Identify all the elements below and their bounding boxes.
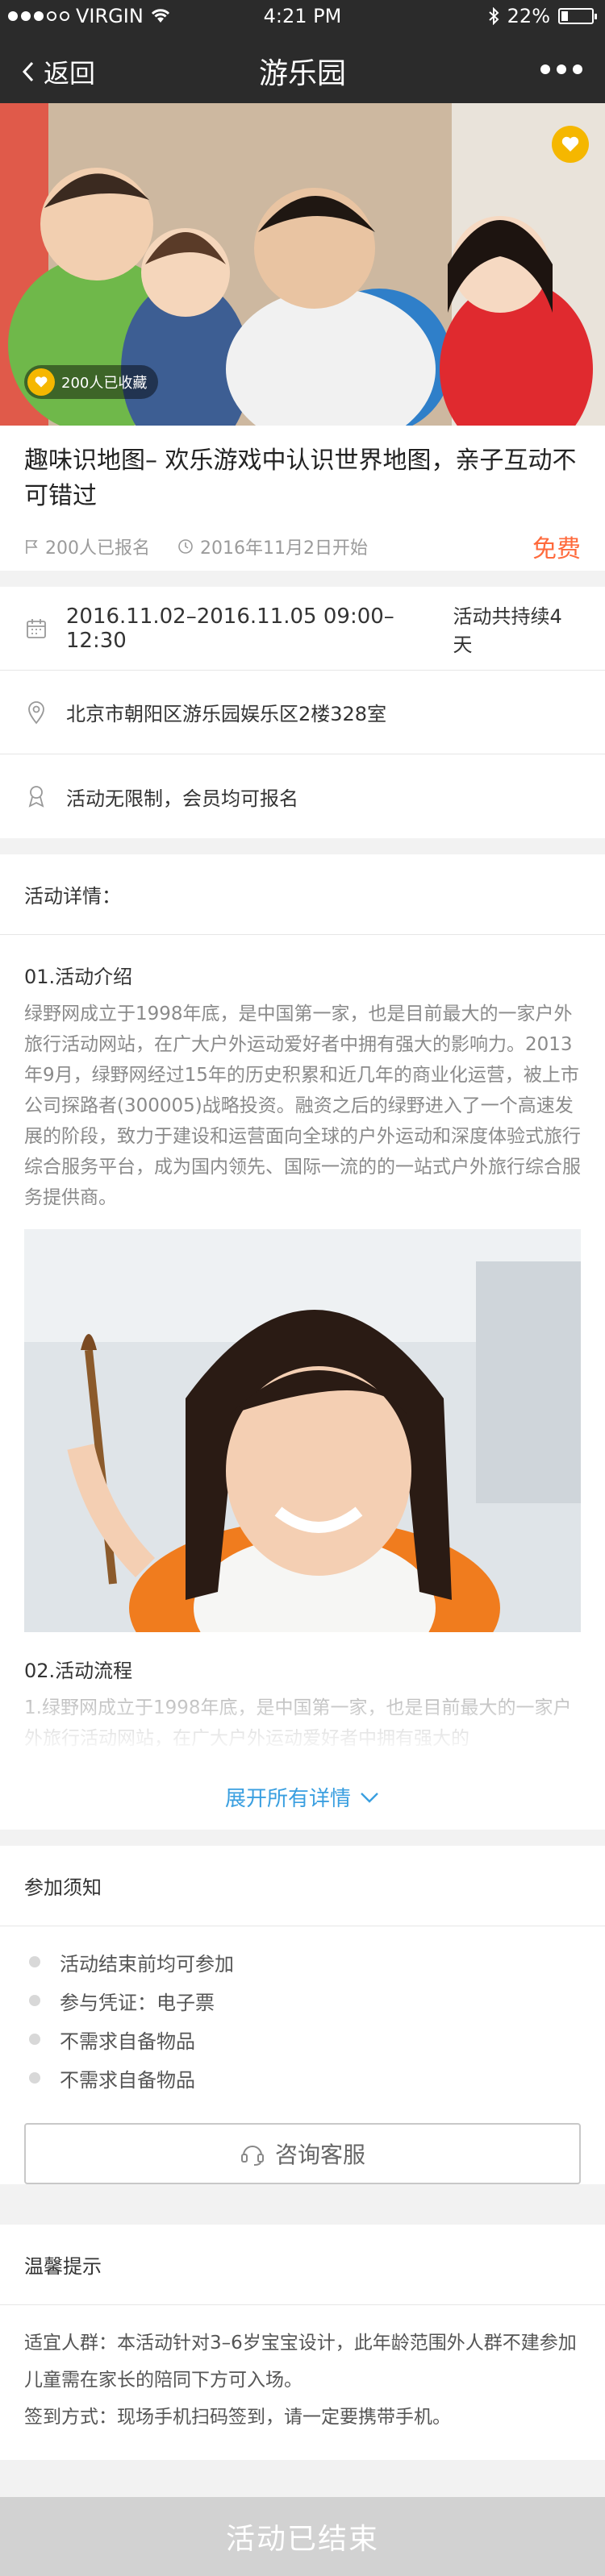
top-bar: VIRGIN 4:21 PM 22% 返回 游乐园 [0, 0, 605, 103]
battery-percent: 22% [507, 5, 550, 27]
info-row-datetime: 2016.11.02–2016.11.05 09:00–12:30 活动共持续4… [0, 587, 605, 671]
event-duration: 活动共持续4天 [453, 605, 562, 656]
tips-section: 温馨提示 适宜人群：本活动针对3–6岁宝宝设计，此年龄范围外人群不建参加 儿童需… [0, 2225, 605, 2460]
event-datetime: 2016.11.02–2016.11.05 09:00–12:30 [65, 604, 394, 653]
signup-count: 200人已报名 [24, 534, 150, 559]
details-heading: 活动详情： [0, 854, 605, 935]
nav-bar: 返回 游乐园 [0, 32, 605, 103]
event-ended-label: 活动已结束 [225, 2523, 379, 2556]
member-icon [24, 784, 48, 808]
detail-photo-illustration [24, 1229, 581, 1632]
bullet-icon [29, 1995, 40, 2006]
favorites-count-badge: 200人已收藏 [24, 365, 159, 399]
location-pin-icon [24, 700, 48, 725]
tips-heading: 温馨提示 [0, 2225, 605, 2305]
event-title-block: 趣味识地图– 欢乐游戏中认识世界地图，亲子互动不可错过 200人已报名 2016… [0, 426, 605, 571]
more-menu-icon[interactable] [540, 64, 582, 74]
divider [0, 571, 605, 587]
start-date: 2016年11月2日开始 [177, 534, 368, 559]
heart-icon [27, 368, 55, 396]
event-ended-button: 活动已结束 [0, 2497, 605, 2576]
chevron-down-icon [361, 1792, 378, 1803]
intro-text: 绿野网成立于1998年底，是中国第一家，也是目前最大的一家户外旅行活动网站，在广… [24, 1003, 581, 1208]
bluetooth-icon [488, 7, 499, 25]
detail-photo [24, 1229, 581, 1632]
tip-line: 签到方式：现场手机扫码签到，请一定要携带手机。 [24, 2407, 451, 2428]
expand-details-label: 展开所有详情 [224, 1787, 351, 1811]
price-label: 免费 [532, 535, 581, 563]
favorite-button[interactable] [552, 126, 589, 163]
notice-text: 活动结束前均可参加 [60, 1952, 234, 1976]
consult-label: 咨询客服 [274, 2142, 365, 2168]
hero-image: 200人已收藏 [0, 103, 605, 426]
list-item: 参与凭证：电子票 [24, 1981, 581, 2020]
flow-preview: 1.绿野网成立于1998年底，是中国第一家，也是目前最大的一家户外旅行活动网站，… [24, 1693, 581, 1765]
status-bar: VIRGIN 4:21 PM 22% [0, 0, 605, 32]
favorites-count-text: 200人已收藏 [61, 375, 148, 392]
event-address: 北京市朝阳区游乐园娱乐区2楼328室 [66, 703, 387, 725]
event-title: 趣味识地图– 欢乐游戏中认识世界地图，亲子互动不可错过 [24, 447, 577, 510]
eligibility-text: 活动无限制，会员均可报名 [66, 787, 298, 810]
expand-details-button[interactable]: 展开所有详情 [0, 1782, 605, 1812]
page-title: 游乐园 [258, 57, 346, 90]
signup-count-text: 200人已报名 [45, 538, 150, 559]
notice-section: 参加须知 活动结束前均可参加 参与凭证：电子票 不需求自备物品 不需求自备物品 … [0, 1846, 605, 2184]
flag-icon [26, 540, 38, 554]
flow-title: 02.活动流程 [24, 1660, 133, 1682]
event-meta: 200人已报名 2016年11月2日开始 免费 [24, 529, 581, 564]
battery-icon [558, 8, 597, 24]
notice-list: 活动结束前均可参加 参与凭证：电子票 不需求自备物品 不需求自备物品 [0, 1926, 605, 2105]
notice-heading: 参加须知 [0, 1846, 605, 1926]
divider [0, 838, 605, 854]
tip-line: 适宜人群：本活动针对3–6岁宝宝设计，此年龄范围外人群不建参加 [24, 2333, 577, 2354]
flow-text: 1.绿野网成立于1998年底，是中国第一家，也是目前最大的一家户外旅行活动网站，… [24, 1697, 572, 1749]
consult-service-button[interactable]: 咨询客服 [24, 2123, 581, 2184]
headset-icon [240, 2146, 264, 2166]
list-item: 不需求自备物品 [24, 2020, 581, 2059]
list-item: 活动结束前均可参加 [24, 1942, 581, 1981]
notice-text: 不需求自备物品 [60, 2030, 195, 2053]
heart-icon [561, 136, 579, 152]
status-right: 22% [488, 5, 597, 27]
calendar-icon [24, 617, 48, 641]
info-row-address[interactable]: 北京市朝阳区游乐园娱乐区2楼328室 [0, 671, 605, 754]
start-date-text: 2016年11月2日开始 [200, 538, 368, 559]
clock-icon [178, 539, 193, 554]
intro-title: 01.活动介绍 [24, 966, 133, 988]
divider [0, 1830, 605, 1846]
notice-text: 参与凭证：电子票 [60, 1991, 215, 2014]
bullet-icon [29, 2034, 40, 2045]
details-body: 01.活动介绍 绿野网成立于1998年底，是中国第一家，也是目前最大的一家户外旅… [0, 935, 605, 1765]
tips-body: 适宜人群：本活动针对3–6岁宝宝设计，此年龄范围外人群不建参加 儿童需在家长的陪… [0, 2305, 605, 2460]
details-section: 活动详情： 01.活动介绍 绿野网成立于1998年底，是中国第一家，也是目前最大… [0, 854, 605, 1830]
divider [0, 2208, 605, 2225]
tip-line: 儿童需在家长的陪同下方可入场。 [24, 2370, 302, 2391]
notice-text: 不需求自备物品 [60, 2068, 195, 2092]
list-item: 不需求自备物品 [24, 2059, 581, 2097]
info-row-eligibility: 活动无限制，会员均可报名 [0, 754, 605, 838]
bullet-icon [29, 2072, 40, 2084]
bullet-icon [29, 1956, 40, 1967]
event-info-list: 2016.11.02–2016.11.05 09:00–12:30 活动共持续4… [0, 587, 605, 838]
